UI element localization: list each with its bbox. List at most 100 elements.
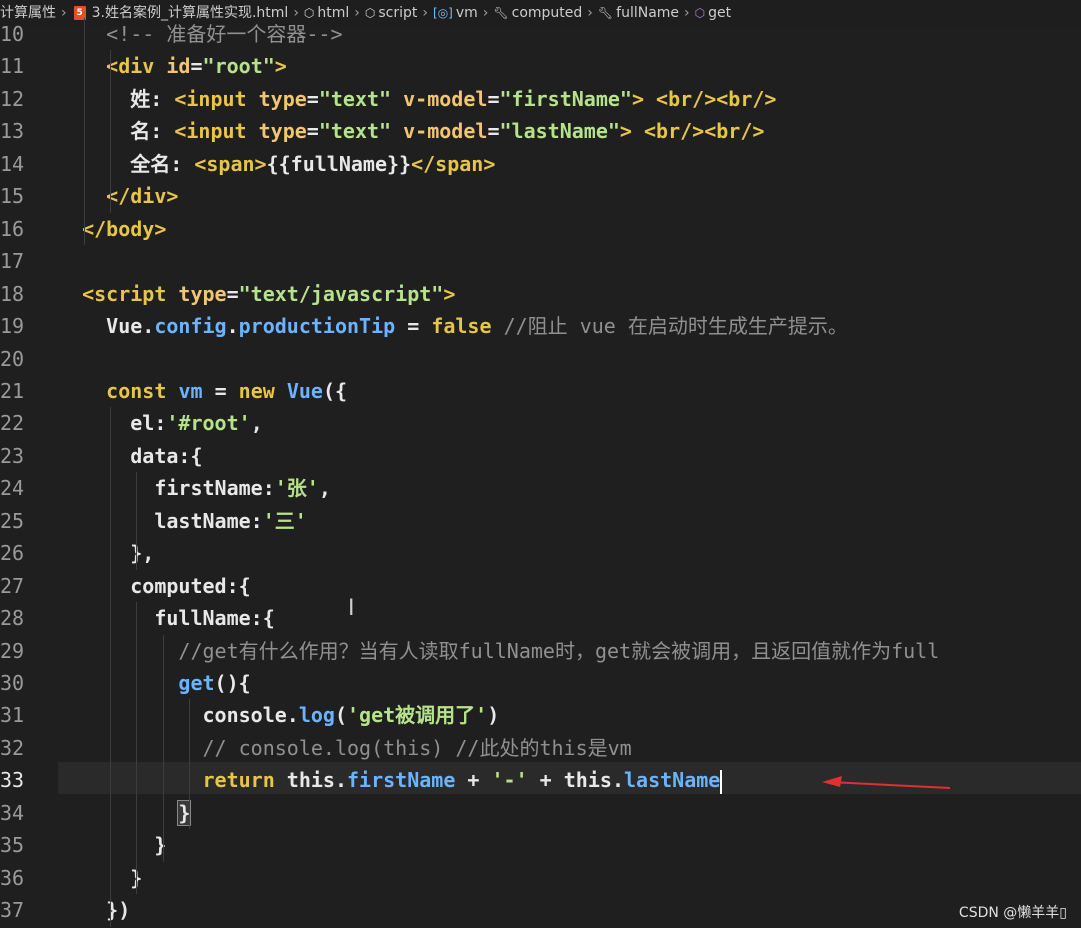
line-number: 26 xyxy=(0,541,25,566)
code-token: //get有什么作用？当有人读取fullName时，get就会被调用，且返回值就… xyxy=(178,638,940,663)
line-number: 22 xyxy=(0,411,25,436)
line-number: 23 xyxy=(0,443,25,468)
code-token: ( xyxy=(334,703,348,728)
code-token: <!-- 准备好一个容器--> xyxy=(58,22,343,46)
code-line[interactable]: firstName:'张', xyxy=(58,472,1081,504)
code-line[interactable]: //get有什么作用？当有人读取fullName时，get就会被调用，且返回值就… xyxy=(58,635,1081,667)
code-token: = xyxy=(306,119,319,144)
code-token: }, xyxy=(58,541,155,566)
code-token: , xyxy=(318,476,331,501)
text-cursor-ibeam-icon: I xyxy=(348,596,355,621)
line-number: 21 xyxy=(0,378,25,403)
indent-guide xyxy=(136,602,137,895)
line-number: 29 xyxy=(0,638,25,663)
code-line[interactable]: 姓: <input type="text" v-model="firstName… xyxy=(58,83,1081,115)
code-token: . xyxy=(226,314,239,339)
code-line[interactable]: <script type="text/javascript"> xyxy=(58,278,1081,310)
line-number: 18 xyxy=(0,281,25,306)
code-token: <span> xyxy=(194,151,267,176)
code-line[interactable]: } xyxy=(58,797,1081,829)
line-number: 24 xyxy=(0,476,25,501)
text-caret xyxy=(720,769,723,794)
code-token: 名: xyxy=(58,119,175,144)
code-line[interactable]: }, xyxy=(58,537,1081,569)
code-token: : xyxy=(250,508,263,533)
code-line[interactable]: Vue.config.productionTip = false //阻止 vu… xyxy=(58,310,1081,342)
code-token: type xyxy=(258,119,307,144)
code-line[interactable]: // console.log(this) //此处的this是vm xyxy=(58,732,1081,764)
code-line[interactable]: </body> xyxy=(58,213,1081,245)
line-number: 34 xyxy=(0,800,25,825)
line-number: 20 xyxy=(0,346,25,371)
code-token: el xyxy=(130,411,155,436)
code-token: 全名: xyxy=(58,151,195,176)
code-line[interactable]: const vm = new Vue({ xyxy=(58,375,1081,407)
code-token: "text" xyxy=(318,119,392,144)
code-line[interactable]: 名: <input type="text" v-model="lastName"… xyxy=(58,115,1081,147)
code-token: console xyxy=(202,703,287,728)
code-line[interactable]: console.log('get被调用了') xyxy=(58,699,1081,731)
code-token: <div xyxy=(106,54,167,79)
code-line[interactable]: </div> xyxy=(58,180,1081,212)
indent-guide xyxy=(136,472,137,570)
code-token: </body> xyxy=(82,216,167,241)
code-line[interactable]: el:'#root', xyxy=(58,407,1081,439)
code-line[interactable]: } xyxy=(58,829,1081,861)
code-token: = xyxy=(226,281,239,306)
code-line[interactable]: }) xyxy=(58,894,1081,926)
code-token: </div> xyxy=(106,184,179,209)
code-token: this xyxy=(563,768,612,793)
indent-guide xyxy=(110,50,111,213)
code-line[interactable]: lastName:'三' xyxy=(58,505,1081,537)
code-token: "root" xyxy=(202,54,275,79)
code-token: <input xyxy=(174,119,259,144)
code-token: 'get被调用了' xyxy=(347,703,488,728)
code-line[interactable]: fullName:{ xyxy=(58,602,1081,634)
line-number: 12 xyxy=(0,86,25,111)
code-token: {{fullName}} xyxy=(266,151,412,176)
line-number: 15 xyxy=(0,184,25,209)
line-number: 32 xyxy=(0,735,25,760)
code-token: . xyxy=(611,768,624,793)
code-token: '-' xyxy=(491,768,528,793)
code-line[interactable]: get(){ xyxy=(58,667,1081,699)
code-token: log xyxy=(298,703,335,728)
code-token: data xyxy=(130,443,179,468)
code-token: 姓: xyxy=(58,86,175,111)
code-token: + xyxy=(527,768,564,793)
line-number: 19 xyxy=(0,314,25,339)
code-token: <br/><br/> xyxy=(656,86,777,111)
line-number: 33 xyxy=(0,768,25,793)
code-line[interactable]: computed:{ xyxy=(58,570,1081,602)
line-number: 35 xyxy=(0,833,25,858)
code-token: firstName xyxy=(154,476,263,501)
code-token: ) xyxy=(487,703,500,728)
code-token: = xyxy=(395,314,432,339)
line-number: 13 xyxy=(0,119,25,144)
code-line[interactable]: 全名: <span>{{fullName}}</span> xyxy=(58,148,1081,180)
code-token: id xyxy=(166,54,191,79)
csdn-watermark: CSDN @懒羊羊▯ xyxy=(958,905,1067,921)
code-token: <script xyxy=(82,281,179,306)
line-number: 37 xyxy=(0,898,25,923)
code-line[interactable]: <!-- 准备好一个容器--> xyxy=(58,18,1081,50)
code-line[interactable]: } xyxy=(58,862,1081,894)
indent-guide xyxy=(189,699,190,830)
code-token: + xyxy=(455,768,492,793)
code-token: :{ xyxy=(250,606,275,631)
code-line[interactable]: data:{ xyxy=(58,440,1081,472)
code-line[interactable]: <div id="root"> xyxy=(58,50,1081,82)
